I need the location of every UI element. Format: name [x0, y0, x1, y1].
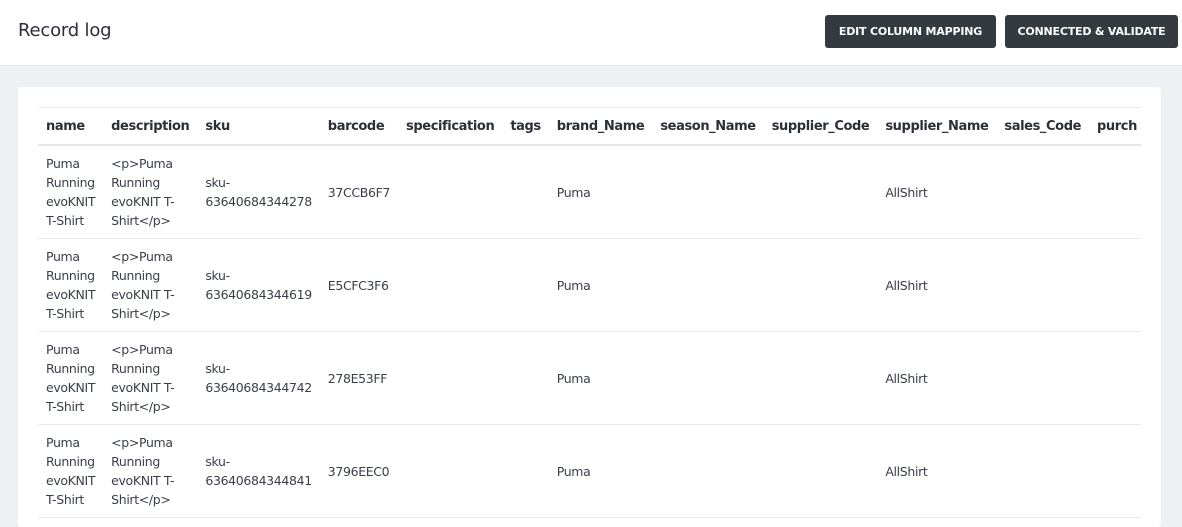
- cell-sku: sku-63640684344278: [197, 145, 320, 239]
- cell-tags: [502, 424, 549, 518]
- cell-season-name: [652, 331, 764, 425]
- record-log-card: name description sku barcode specificati…: [18, 87, 1161, 527]
- cell-season-name: [652, 424, 764, 518]
- cell-supplier-code: [763, 238, 878, 332]
- cell-supplier-code: [763, 424, 878, 518]
- column-header-barcode[interactable]: barcode: [319, 107, 399, 146]
- cell-brand-name: Puma: [548, 331, 653, 425]
- column-header-specification[interactable]: specification: [398, 107, 503, 146]
- cell-sales-code: [996, 238, 1090, 332]
- cell-name: Puma Running evoKNIT T-Shirt: [38, 424, 104, 518]
- top-bar: Record log EDIT COLUMN MAPPING CONNECTED…: [0, 0, 1182, 66]
- cell-season-name: [652, 145, 764, 239]
- cell-supplier-name: AllShirt: [877, 424, 997, 518]
- table-row[interactable]: Puma Running evoKNIT T-Shirt <p>Puma Run…: [38, 424, 1141, 518]
- table-row[interactable]: Puma Running evoKNIT T-Shirt <p>Puma Run…: [38, 331, 1141, 425]
- cell-brand-name: Puma: [548, 424, 653, 518]
- cell-specification: [398, 238, 503, 332]
- column-header-tags[interactable]: tags: [502, 107, 549, 146]
- cell-barcode: 3796EEC0: [319, 424, 399, 518]
- cell-tags: [502, 331, 549, 425]
- cell-description: <p>Puma Running evoKNIT T-Shirt</p>: [103, 424, 198, 518]
- cell-supplier-name: AllShirt: [877, 331, 997, 425]
- cell-supplier-code: [763, 145, 878, 239]
- column-header-purch[interactable]: purch: [1089, 107, 1141, 146]
- cell-sku: sku-63640684344619: [197, 238, 320, 332]
- column-header-name[interactable]: name: [38, 107, 104, 146]
- cell-description: <p>Puma Running evoKNIT T-Shirt</p>: [103, 238, 198, 332]
- cell-description: <p>Puma Running evoKNIT T-Shirt</p>: [103, 331, 198, 425]
- cell-specification: [398, 331, 503, 425]
- cell-supplier-name: AllShirt: [877, 145, 997, 239]
- cell-purch: [1089, 238, 1141, 332]
- table-row[interactable]: Puma Running evoKNIT T-Shirt <p>Puma Run…: [38, 238, 1141, 332]
- column-header-supplier-code[interactable]: supplier_Code: [763, 107, 878, 146]
- record-table-scroll[interactable]: name description sku barcode specificati…: [38, 107, 1141, 527]
- record-table: name description sku barcode specificati…: [38, 107, 1141, 518]
- page-title: Record log: [18, 20, 112, 41]
- edit-column-mapping-button[interactable]: EDIT COLUMN MAPPING: [825, 15, 996, 48]
- cell-specification: [398, 424, 503, 518]
- cell-tags: [502, 238, 549, 332]
- table-row[interactable]: Puma Running evoKNIT T-Shirt <p>Puma Run…: [38, 145, 1141, 239]
- cell-purch: [1089, 145, 1141, 239]
- connected-validate-button[interactable]: CONNECTED & VALIDATE: [1005, 15, 1178, 48]
- cell-barcode: E5CFC3F6: [319, 238, 399, 332]
- cell-description: <p>Puma Running evoKNIT T-Shirt</p>: [103, 145, 198, 239]
- cell-sku: sku-63640684344841: [197, 424, 320, 518]
- cell-supplier-name: AllShirt: [877, 238, 997, 332]
- cell-brand-name: Puma: [548, 238, 653, 332]
- cell-purch: [1089, 331, 1141, 425]
- cell-sku: sku-63640684344742: [197, 331, 320, 425]
- cell-supplier-code: [763, 331, 878, 425]
- column-header-sales-code[interactable]: sales_Code: [996, 107, 1090, 146]
- cell-name: Puma Running evoKNIT T-Shirt: [38, 331, 104, 425]
- cell-purch: [1089, 424, 1141, 518]
- column-header-brand-name[interactable]: brand_Name: [548, 107, 653, 146]
- cell-sales-code: [996, 424, 1090, 518]
- cell-barcode: 37CCB6F7: [319, 145, 399, 239]
- cell-name: Puma Running evoKNIT T-Shirt: [38, 145, 104, 239]
- cell-tags: [502, 145, 549, 239]
- table-header-row: name description sku barcode specificati…: [38, 107, 1141, 146]
- column-header-supplier-name[interactable]: supplier_Name: [877, 107, 997, 146]
- cell-specification: [398, 145, 503, 239]
- column-header-sku[interactable]: sku: [197, 107, 320, 146]
- column-header-description[interactable]: description: [103, 107, 198, 146]
- column-header-season-name[interactable]: season_Name: [652, 107, 764, 146]
- cell-sales-code: [996, 331, 1090, 425]
- cell-sales-code: [996, 145, 1090, 239]
- cell-brand-name: Puma: [548, 145, 653, 239]
- cell-barcode: 278E53FF: [319, 331, 399, 425]
- cell-season-name: [652, 238, 764, 332]
- cell-name: Puma Running evoKNIT T-Shirt: [38, 238, 104, 332]
